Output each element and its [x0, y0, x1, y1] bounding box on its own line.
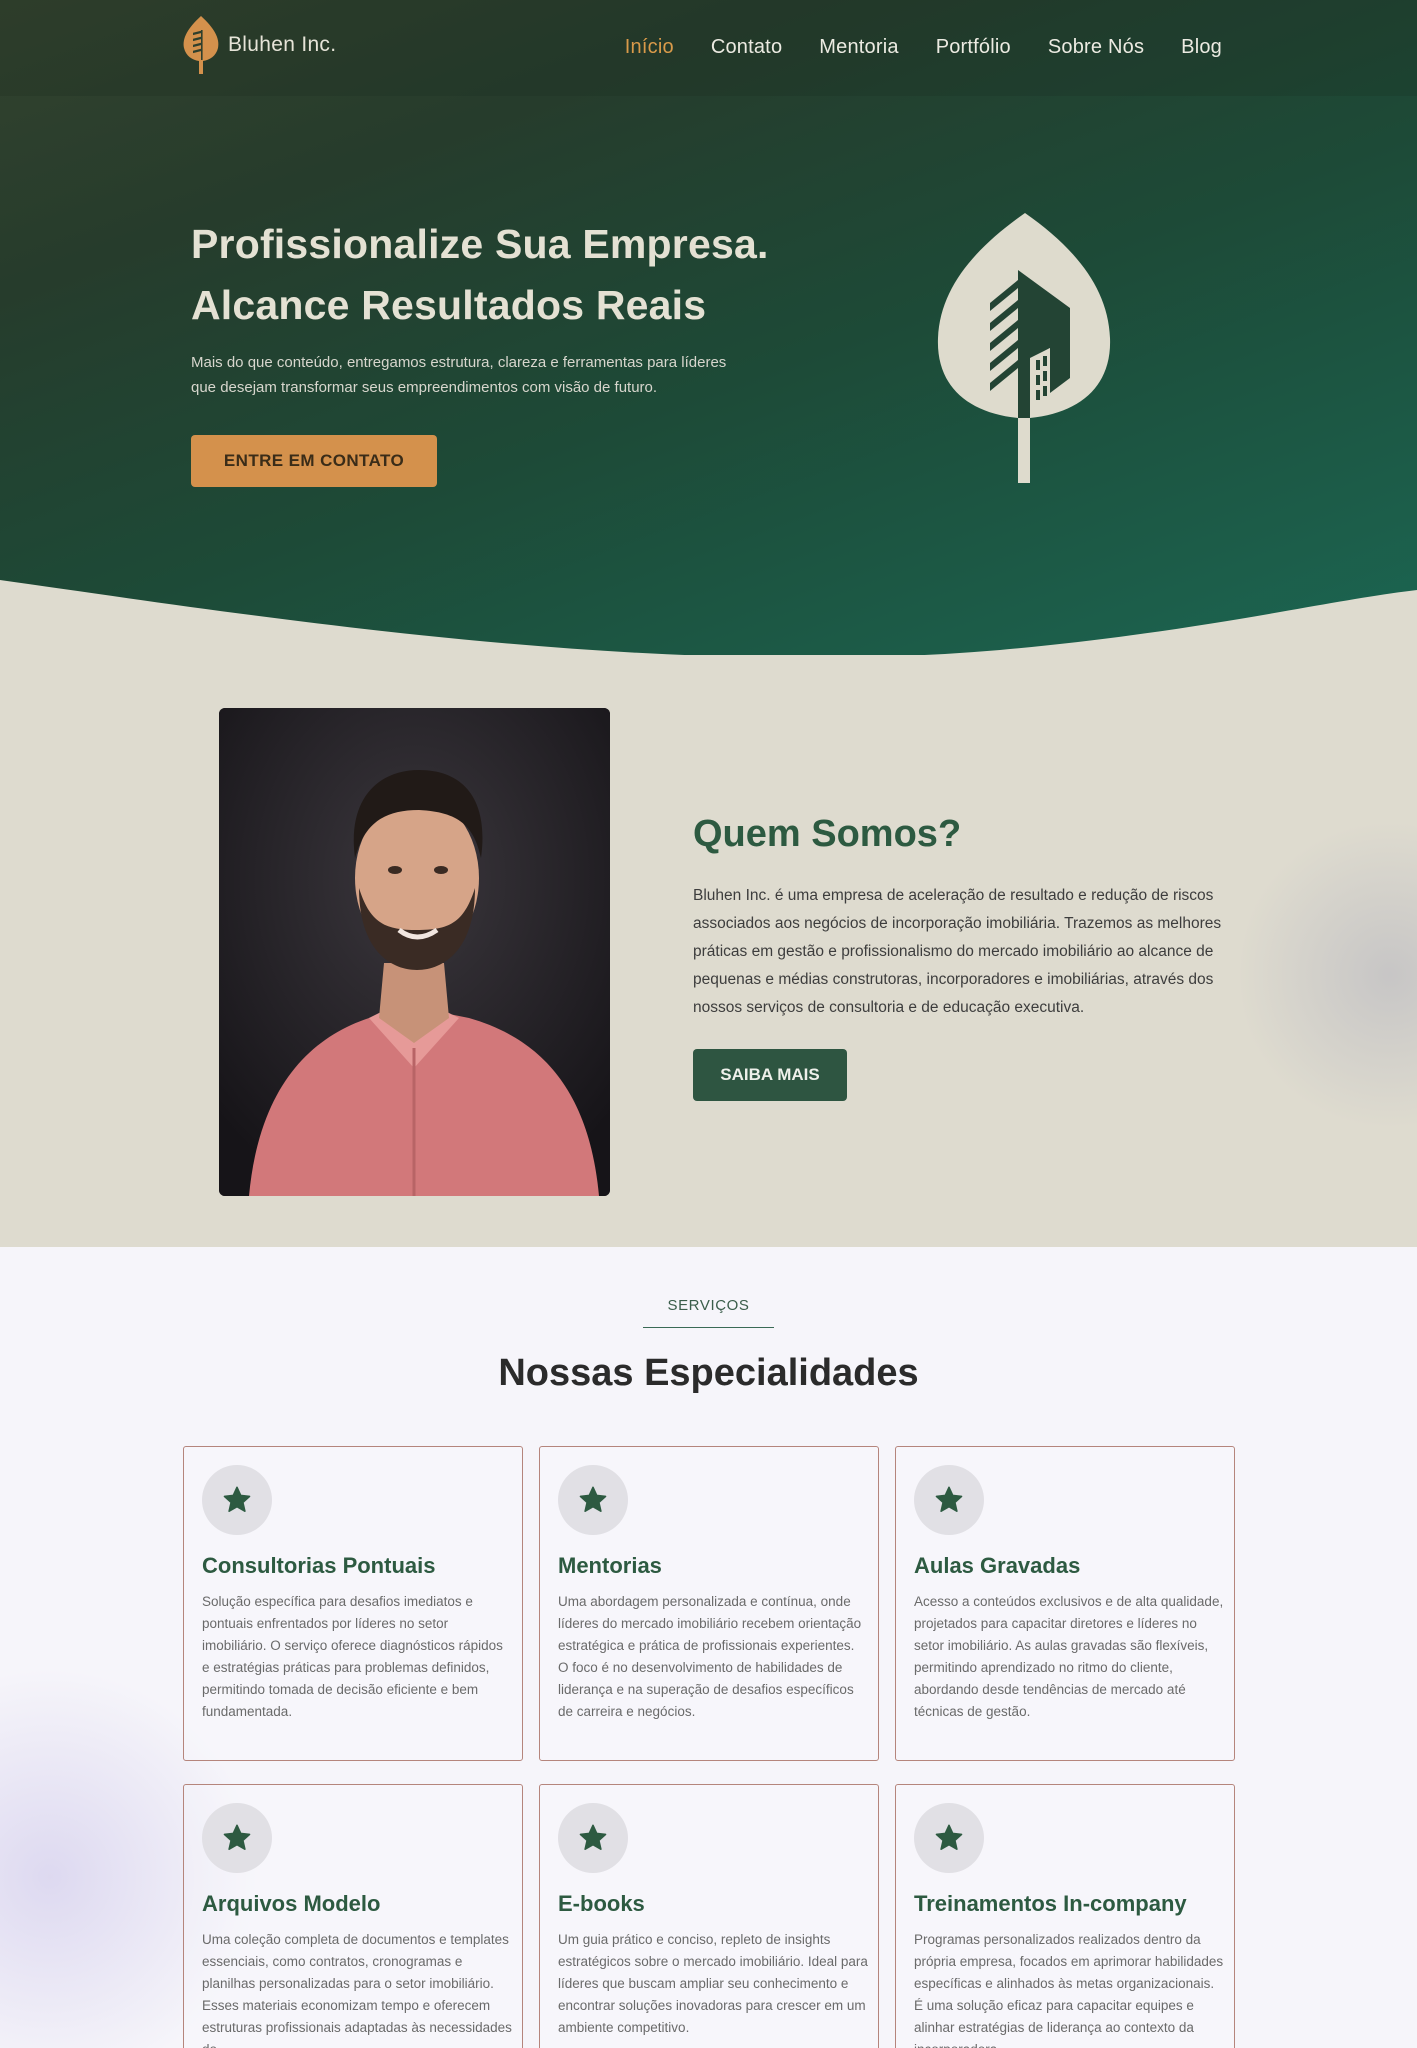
- star-icon: [202, 1465, 272, 1535]
- founder-portrait-image: [219, 708, 610, 1196]
- nav-item-portfolio[interactable]: Portfólio: [936, 36, 1011, 59]
- card-description: Programas personalizados realizados dent…: [914, 1932, 1224, 2048]
- card-description: Uma coleção completa de documentos e tem…: [202, 1932, 512, 2048]
- hero-title-line2: Alcance Resultados Reais: [191, 282, 707, 328]
- hero-subtitle-line1: Mais do que conteúdo, entregamos estrutu…: [191, 354, 727, 371]
- learn-more-button[interactable]: SAIBA MAIS: [693, 1049, 847, 1101]
- service-card-mentorias[interactable]: Mentorias Uma abordagem personalizada e …: [539, 1446, 879, 1761]
- nav-item-mentoria[interactable]: Mentoria: [819, 36, 898, 59]
- star-icon: [202, 1803, 272, 1873]
- card-title: E-books: [558, 1891, 645, 1916]
- card-title: Treinamentos In-company: [914, 1891, 1187, 1916]
- hero-title: Profissionalize Sua Empresa. Alcance Res…: [191, 214, 769, 336]
- hero-subtitle-line2: que desejam transformar seus empreendime…: [191, 379, 658, 396]
- navbar: Bluhen Inc. Início Contato Mentoria Port…: [0, 0, 1417, 96]
- card-description: Solução específica para desafios imediat…: [202, 1594, 503, 1719]
- nav-item-contato[interactable]: Contato: [711, 36, 782, 59]
- service-card-arquivos-modelo[interactable]: Arquivos Modelo Uma coleção completa de …: [183, 1784, 523, 2048]
- about-description: Bluhen Inc. é uma empresa de aceleração …: [693, 887, 1222, 1016]
- hero-subtitle: Mais do que conteúdo, entregamos estrutu…: [191, 350, 751, 400]
- services-kicker: SERVIÇOS: [667, 1297, 750, 1314]
- leaf-building-logo-icon: [183, 16, 219, 74]
- contact-cta-button[interactable]: ENTRE EM CONTATO: [191, 435, 437, 487]
- nav-item-sobre-nos[interactable]: Sobre Nós: [1048, 36, 1144, 59]
- card-description: Uma abordagem personalizada e contínua, …: [558, 1594, 862, 1719]
- main-nav: Início Contato Mentoria Portfólio Sobre …: [625, 36, 1222, 59]
- service-card-ebooks[interactable]: E-books Um guia prático e conciso, reple…: [539, 1784, 879, 2048]
- services-section: SERVIÇOS Nossas Especialidades Consultor…: [0, 1247, 1417, 2048]
- about-section: Quem Somos? Bluhen Inc. é uma empresa de…: [0, 655, 1417, 1247]
- card-description: Acesso a conteúdos exclusivos e de alta …: [914, 1594, 1224, 1719]
- star-icon: [914, 1803, 984, 1873]
- kicker-underline: [643, 1327, 774, 1328]
- star-icon: [914, 1465, 984, 1535]
- leaf-building-icon: [937, 213, 1111, 483]
- hero-section: Bluhen Inc. Início Contato Mentoria Port…: [0, 0, 1417, 660]
- card-description: Um guia prático e conciso, repleto de in…: [558, 1932, 868, 2035]
- brand-logo[interactable]: Bluhen Inc.: [180, 14, 336, 76]
- service-card-treinamentos[interactable]: Treinamentos In-company Programas person…: [895, 1784, 1235, 2048]
- star-icon: [558, 1803, 628, 1873]
- about-title: Quem Somos?: [693, 813, 962, 855]
- card-title: Consultorias Pontuais: [202, 1553, 436, 1578]
- service-card-consultorias[interactable]: Consultorias Pontuais Solução específica…: [183, 1446, 523, 1761]
- card-title: Mentorias: [558, 1553, 662, 1578]
- hero-wave-divider: [0, 580, 1417, 660]
- portrait-illustration: [219, 708, 610, 1196]
- decorative-glow: [1240, 815, 1417, 1135]
- service-card-aulas-gravadas[interactable]: Aulas Gravadas Acesso a conteúdos exclus…: [895, 1446, 1235, 1761]
- services-title: Nossas Especialidades: [498, 1352, 919, 1394]
- nav-item-inicio[interactable]: Início: [625, 36, 674, 59]
- card-title: Arquivos Modelo: [202, 1891, 381, 1916]
- hero-title-line1: Profissionalize Sua Empresa.: [191, 221, 769, 267]
- nav-item-blog[interactable]: Blog: [1181, 36, 1222, 59]
- brand-name: Bluhen Inc.: [228, 33, 337, 56]
- card-title: Aulas Gravadas: [914, 1553, 1081, 1578]
- star-icon: [558, 1465, 628, 1535]
